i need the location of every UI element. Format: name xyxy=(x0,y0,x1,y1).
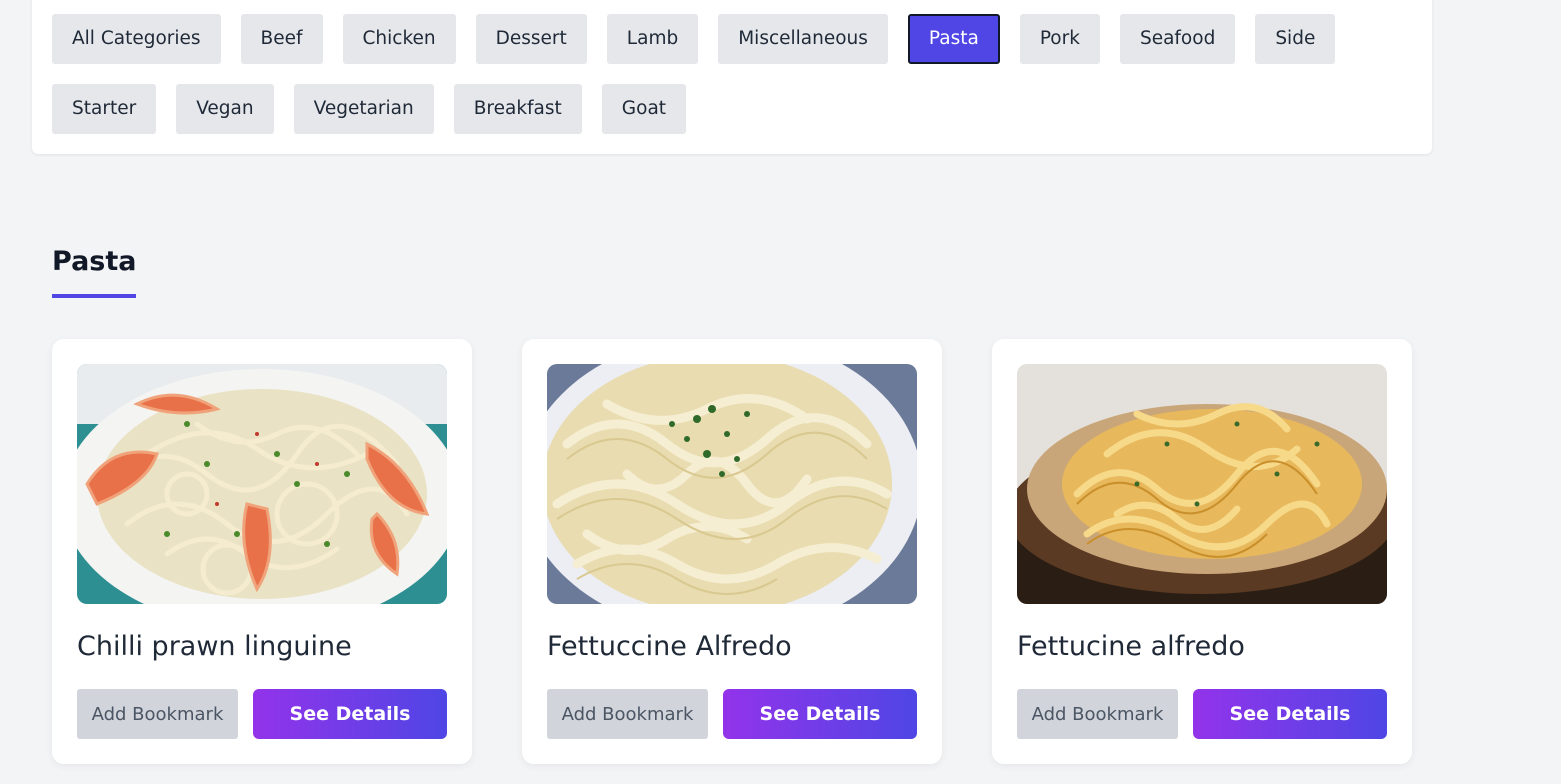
category-beef[interactable]: Beef xyxy=(240,14,323,64)
see-details-button[interactable]: See Details xyxy=(1193,689,1387,739)
add-bookmark-button[interactable]: Add Bookmark xyxy=(1017,689,1178,739)
see-details-button[interactable]: See Details xyxy=(253,689,447,739)
category-dessert[interactable]: Dessert xyxy=(475,14,587,64)
meal-image-fettuccine-alfredo[interactable] xyxy=(547,364,917,604)
add-bookmark-button[interactable]: Add Bookmark xyxy=(547,689,708,739)
category-pasta[interactable]: Pasta xyxy=(907,14,1000,64)
category-vegan[interactable]: Vegan xyxy=(176,84,274,134)
meal-card: Fettuccine Alfredo Add Bookmark See Deta… xyxy=(522,339,942,764)
category-row-2: Starter Vegan Vegetarian Breakfast Goat xyxy=(52,84,687,134)
category-miscellaneous[interactable]: Miscellaneous xyxy=(718,14,888,64)
meal-title: Fettucine alfredo xyxy=(1017,631,1245,662)
category-vegetarian[interactable]: Vegetarian xyxy=(293,84,434,134)
see-details-button[interactable]: See Details xyxy=(723,689,917,739)
section-title-underline xyxy=(52,294,136,298)
meal-image-fettucine-alfredo-bowl[interactable] xyxy=(1017,364,1387,604)
category-breakfast[interactable]: Breakfast xyxy=(453,84,582,134)
meal-image-shrimp-linguine[interactable] xyxy=(77,364,447,604)
category-row-1: All Categories Beef Chicken Dessert Lamb… xyxy=(52,14,1336,64)
meal-card: Chilli prawn linguine Add Bookmark See D… xyxy=(52,339,472,764)
category-seafood[interactable]: Seafood xyxy=(1119,14,1236,64)
category-chicken[interactable]: Chicken xyxy=(342,14,456,64)
category-lamb[interactable]: Lamb xyxy=(606,14,699,64)
category-goat[interactable]: Goat xyxy=(601,84,687,134)
meal-title: Fettuccine Alfredo xyxy=(547,631,792,662)
category-starter[interactable]: Starter xyxy=(52,84,157,134)
section-title: Pasta xyxy=(52,246,137,277)
add-bookmark-button[interactable]: Add Bookmark xyxy=(77,689,238,739)
category-pork[interactable]: Pork xyxy=(1019,14,1100,64)
meal-title: Chilli prawn linguine xyxy=(77,631,352,662)
category-all-categories[interactable]: All Categories xyxy=(52,14,221,64)
meal-card: Fettucine alfredo Add Bookmark See Detai… xyxy=(992,339,1412,764)
category-side[interactable]: Side xyxy=(1255,14,1336,64)
